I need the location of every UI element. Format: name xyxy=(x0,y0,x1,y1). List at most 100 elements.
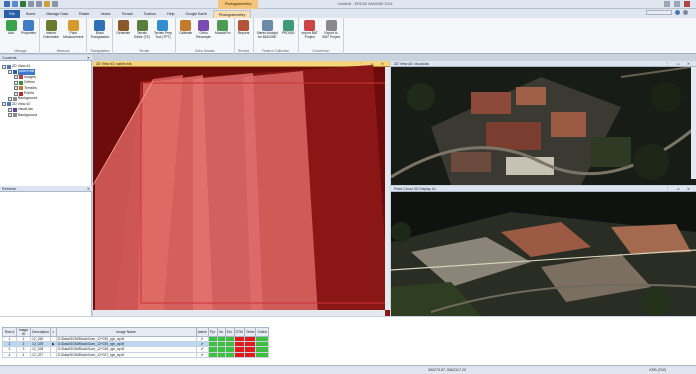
undo-icon[interactable] xyxy=(28,1,34,7)
column-header[interactable]: Image ID xyxy=(16,327,31,337)
visibility-checkbox[interactable] xyxy=(8,70,12,75)
table-row[interactable]: 4 4 12_027 D:/Data/SGM/Block/Gom_12^027_rgb… xyxy=(2,351,270,358)
column-header[interactable]: Int. xyxy=(216,327,226,337)
quick-access-toolbar xyxy=(4,1,58,7)
status-cell xyxy=(207,351,218,358)
column-header[interactable]: Online xyxy=(255,327,270,337)
view-2d-aerial[interactable]: 2D View #2: visual.las ⋮ ▭ ✕ xyxy=(391,61,696,185)
button-label: Import BAT Project xyxy=(301,31,318,39)
column-header[interactable]: Description xyxy=(30,327,51,337)
column-header[interactable]: Ortho xyxy=(243,327,257,337)
import-bat-project-button[interactable]: Import BAT Project xyxy=(301,20,319,40)
block-triangulation-icon xyxy=(94,20,106,31)
tab-file[interactable]: File xyxy=(4,10,20,18)
visibility-checkbox[interactable] xyxy=(14,80,18,85)
mosaicpro-icon xyxy=(217,20,229,31)
visibility-checkbox[interactable] xyxy=(8,113,12,118)
calibrate-button[interactable]: Calibrate xyxy=(178,20,193,36)
generate-button[interactable]: Generate xyxy=(115,20,131,36)
group-label: Measure xyxy=(56,49,70,53)
tab-help[interactable]: Help xyxy=(162,10,179,18)
background-icon xyxy=(13,113,17,118)
terrain-editor-te-button[interactable]: Terrain Editor (TE) xyxy=(133,20,151,40)
vertical-scrollbar[interactable] xyxy=(385,67,390,310)
tab-manage-data[interactable]: Manage Data xyxy=(41,10,73,18)
visibility-checkbox[interactable] xyxy=(14,75,18,80)
close-icon[interactable] xyxy=(684,1,690,7)
block-triangulation-button[interactable]: Block Triangulation xyxy=(89,20,110,40)
tab-vector[interactable]: Vector xyxy=(96,10,116,18)
button-label: Terrain Prep Tool (TPT) xyxy=(153,31,172,39)
view-icon xyxy=(7,102,11,107)
group-label: Triangulation xyxy=(90,49,110,53)
visibility-checkbox[interactable] xyxy=(2,64,6,69)
view-title: 2D View #2: visual.las xyxy=(394,62,430,66)
add-button[interactable]: Add xyxy=(4,20,18,36)
open-icon[interactable] xyxy=(12,1,18,7)
tree-item[interactable]: Background xyxy=(2,113,37,118)
properties-button[interactable]: Properties xyxy=(20,20,37,36)
column-header[interactable]: Row # xyxy=(2,327,17,337)
horizontal-scrollbar[interactable] xyxy=(93,310,385,316)
title-bar: Photogrammetry Untitled1 - ERDAS IMAGINE… xyxy=(0,0,696,9)
button-label: MosaicPro xyxy=(215,31,231,35)
minimize-icon[interactable] xyxy=(664,1,670,7)
ortho-resample-icon xyxy=(198,20,210,31)
visibility-checkbox[interactable] xyxy=(14,91,18,96)
zoom-icon[interactable] xyxy=(52,1,58,7)
column-header[interactable]: Image Name xyxy=(55,327,197,337)
stereo-analyst-for-imagine-icon xyxy=(261,20,273,31)
tab-raster[interactable]: Raster xyxy=(74,10,95,18)
tab-terrain[interactable]: Terrain xyxy=(117,10,138,18)
button-label: Ortho Resample xyxy=(196,31,211,39)
redo-icon[interactable] xyxy=(36,1,42,7)
cell-desc: 12_027 xyxy=(30,351,51,358)
visibility-checkbox[interactable] xyxy=(8,97,12,102)
vertical-scrollbar[interactable] xyxy=(691,67,696,179)
cursor-coordinates: 350273.87, 5562317.20 xyxy=(428,368,466,372)
aerial-imagery xyxy=(391,67,696,185)
pro600-icon xyxy=(282,20,294,31)
context-tab-header: Photogrammetry xyxy=(218,0,258,9)
group-triangulation: Block Triangulation Triangulation xyxy=(87,18,114,54)
point-cloud-render xyxy=(391,192,696,316)
maximize-icon[interactable] xyxy=(674,1,680,7)
interior-orientation-button[interactable]: Interior Orientation xyxy=(42,20,60,40)
reports-button[interactable]: Reports xyxy=(237,20,251,36)
pan-icon[interactable] xyxy=(44,1,50,7)
pro600-button[interactable]: PRO600 xyxy=(281,20,296,36)
column-header[interactable]: Pyr. xyxy=(207,327,218,337)
group-label: Ortho Mosaic xyxy=(194,49,215,53)
tab-photogrammetry[interactable]: Photogrammetry xyxy=(212,10,252,18)
visibility-checkbox[interactable] xyxy=(14,86,18,91)
save-icon[interactable] xyxy=(20,1,26,7)
app-icon[interactable] xyxy=(4,1,10,7)
column-header[interactable]: DTM xyxy=(233,327,245,337)
contents-title: Contents xyxy=(2,56,17,60)
tab-google-earth[interactable]: Google Earth xyxy=(181,10,212,18)
settings-icon[interactable] xyxy=(683,10,688,15)
images-table: Row # Image ID Description > Image Name Activ… xyxy=(2,327,270,358)
terrain-prep-tool-tpt-button[interactable]: Terrain Prep Tool (TPT) xyxy=(153,20,173,40)
point-measurement-button[interactable]: Point Measurement xyxy=(62,20,84,40)
column-header[interactable]: Active xyxy=(195,327,209,337)
button-label: Terrain Editor (TE) xyxy=(134,31,150,39)
tab-home[interactable]: Home xyxy=(21,10,41,18)
button-label: Export to ISAT Project xyxy=(321,31,341,39)
stereo-analyst-for-imagine-button[interactable]: Stereo Analyst for IMAGINE xyxy=(256,20,279,40)
view-title: Point Cloud 3D Display #1 xyxy=(394,187,436,191)
mosaicpro-button[interactable]: MosaicPro xyxy=(214,20,232,36)
hexagon-logo xyxy=(646,10,672,15)
status-cell xyxy=(255,351,270,358)
button-label: Stereo Analyst for IMAGINE xyxy=(256,31,278,39)
visibility-checkbox[interactable] xyxy=(2,102,6,107)
ortho-resample-button[interactable]: Ortho Resample xyxy=(195,20,212,40)
column-header[interactable]: Ext. xyxy=(224,327,235,337)
export-to-isat-project-button[interactable]: Export to ISAT Project xyxy=(321,20,341,40)
view-2d-block[interactable]: 2D View #1: salem.blk ⋮ ▭ ✕ xyxy=(93,61,390,316)
visibility-checkbox[interactable] xyxy=(8,107,12,112)
help-icon[interactable] xyxy=(675,10,680,15)
tab-toolbox[interactable]: Toolbox xyxy=(139,10,161,18)
view-point-cloud[interactable]: Point Cloud 3D Display #1 ⋮ ▭ ✕ xyxy=(391,186,696,316)
projection-label: IGIB (CW) xyxy=(649,368,666,372)
